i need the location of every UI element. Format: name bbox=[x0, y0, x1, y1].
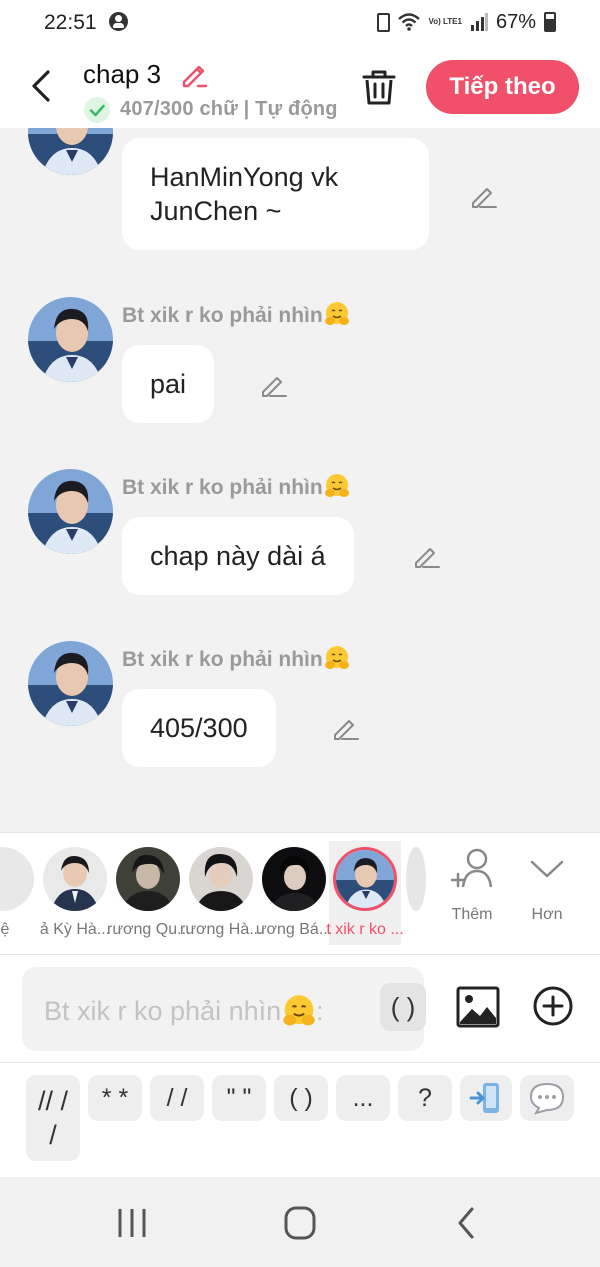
battery-saver-icon bbox=[377, 12, 391, 32]
hugging-face-emoji-icon bbox=[283, 995, 315, 1026]
input-bar: Bt xik r ko phải nhìn: ( ) bbox=[0, 954, 600, 1062]
word-count-status: 407/300 chữ | Tự động bbox=[120, 98, 338, 120]
message-bubble[interactable]: pai bbox=[122, 345, 215, 423]
add-character-label: Thêm bbox=[451, 906, 493, 923]
speech-bubble-icon bbox=[529, 1082, 565, 1115]
exit-screen-key[interactable] bbox=[460, 1075, 512, 1121]
wifi-icon bbox=[398, 13, 421, 31]
character-label-selected: t xik r ko ... bbox=[326, 921, 404, 938]
message-bubble[interactable]: 405/300 bbox=[122, 689, 276, 767]
pencil-icon[interactable] bbox=[258, 370, 288, 400]
character-label: rương Qu... bbox=[107, 921, 189, 938]
pencil-icon[interactable] bbox=[411, 541, 441, 571]
quick-key[interactable]: // / / bbox=[26, 1075, 80, 1161]
character-avatar[interactable] bbox=[43, 847, 107, 911]
quick-key[interactable]: ( ) bbox=[274, 1075, 328, 1121]
quick-key[interactable]: " " bbox=[212, 1075, 266, 1121]
pencil-icon[interactable] bbox=[330, 713, 360, 743]
chapter-title[interactable]: chap 3 bbox=[83, 59, 161, 90]
character-avatar[interactable] bbox=[116, 847, 180, 911]
add-person-icon bbox=[450, 848, 493, 888]
message-text: HanMinYong vk JunChen ~ bbox=[150, 162, 339, 226]
sender-name: Bt xik r ko phải nhìn bbox=[122, 473, 350, 500]
character-avatar[interactable] bbox=[0, 847, 34, 911]
account-icon bbox=[109, 12, 128, 31]
character-avatar[interactable] bbox=[406, 847, 426, 911]
hugging-face-emoji-icon bbox=[324, 302, 349, 325]
plus-circle-icon[interactable] bbox=[532, 985, 574, 1027]
input-placeholder: Bt xik r ko phải nhìn: bbox=[44, 995, 324, 1026]
avatar[interactable] bbox=[28, 641, 113, 726]
battery-icon bbox=[544, 12, 556, 32]
system-nav-bar bbox=[0, 1177, 600, 1267]
message-bubble[interactable]: chap này dài á bbox=[122, 517, 354, 595]
home-icon[interactable] bbox=[280, 1205, 320, 1241]
hugging-face-emoji-icon bbox=[324, 646, 349, 669]
message-bubble[interactable]: HanMinYong vk JunChen ~ bbox=[122, 138, 429, 250]
character-label: ả Kỳ Hà... bbox=[39, 921, 111, 938]
pencil-icon[interactable] bbox=[468, 181, 498, 211]
hugging-face-emoji-icon bbox=[324, 474, 349, 497]
status-bar: 22:51 Vo) LTE1 67% bbox=[0, 0, 600, 46]
quick-key[interactable]: * * bbox=[88, 1075, 142, 1121]
character-avatar[interactable] bbox=[189, 847, 253, 911]
avatar[interactable] bbox=[28, 128, 113, 175]
next-button[interactable]: Tiếp theo bbox=[426, 60, 579, 114]
back-button[interactable] bbox=[26, 66, 60, 106]
message-text: pai bbox=[150, 369, 187, 399]
more-button[interactable]: Hơn bbox=[517, 847, 577, 924]
quick-keys-bar: // / / * * / / " " ( ) ... ? bbox=[0, 1062, 600, 1177]
recent-apps-icon[interactable] bbox=[112, 1205, 152, 1241]
status-time: 22:51 bbox=[44, 11, 97, 34]
sender-name: Bt xik r ko phải nhìn bbox=[122, 645, 350, 672]
lte-indicator: Vo) LTE1 bbox=[428, 17, 462, 26]
trash-icon[interactable] bbox=[360, 68, 398, 106]
chevron-down-icon bbox=[530, 860, 564, 878]
add-character-button[interactable]: Thêm bbox=[442, 847, 502, 924]
quick-key[interactable]: / / bbox=[150, 1075, 204, 1121]
pencil-icon[interactable] bbox=[178, 58, 210, 90]
character-avatar-selected[interactable] bbox=[333, 847, 397, 911]
signal-icon bbox=[470, 13, 488, 31]
editor-header: chap 3 407/300 chữ | Tự động Tiếp theo bbox=[0, 46, 600, 128]
character-picker: ệ ả Kỳ Hà... rương Qu... rương Hà... ươn… bbox=[0, 832, 600, 954]
character-avatar[interactable] bbox=[262, 847, 326, 911]
image-icon[interactable] bbox=[455, 985, 501, 1029]
quick-key[interactable]: ? bbox=[398, 1075, 452, 1121]
message-text: 405/300 bbox=[150, 713, 248, 743]
check-circle-icon bbox=[84, 97, 110, 123]
message-text: chap này dài á bbox=[150, 541, 326, 571]
avatar[interactable] bbox=[28, 297, 113, 382]
sender-name: Bt xik r ko phải nhìn bbox=[122, 301, 350, 328]
character-label: ệ bbox=[0, 921, 10, 938]
chat-area: HanMinYong vk JunChen ~ Bt xik r ko phải… bbox=[0, 128, 600, 832]
back-nav-icon[interactable] bbox=[448, 1205, 488, 1241]
battery-percent: 67% bbox=[495, 10, 536, 33]
message-input[interactable]: Bt xik r ko phải nhìn: ( ) bbox=[22, 967, 426, 1051]
paren-chip[interactable]: ( ) bbox=[380, 983, 426, 1031]
character-label: rương Hà... bbox=[180, 921, 262, 938]
character-label: ương Bá... bbox=[255, 921, 333, 938]
quick-key[interactable]: ... bbox=[336, 1075, 390, 1121]
avatar[interactable] bbox=[28, 469, 113, 554]
exit-screen-icon bbox=[469, 1083, 499, 1113]
more-label: Hơn bbox=[531, 906, 563, 923]
status-right: Vo) LTE1 67% bbox=[377, 10, 556, 34]
comment-key[interactable] bbox=[520, 1075, 574, 1121]
